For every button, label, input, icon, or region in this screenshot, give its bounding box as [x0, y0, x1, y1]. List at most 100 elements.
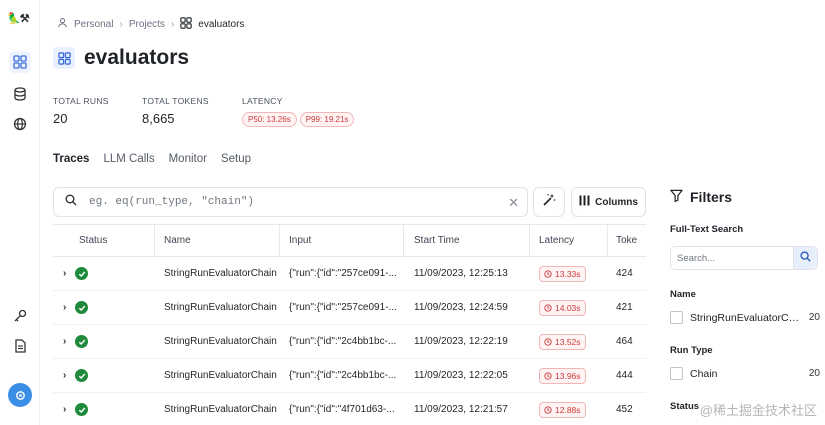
tab-monitor[interactable]: Monitor [169, 153, 207, 165]
name-filter-option[interactable]: StringRunEvaluatorChain 20 [670, 311, 820, 324]
start-time-cell: 11/09/2023, 12:22:19 [414, 336, 508, 347]
status-cell: › [53, 393, 155, 425]
stat-label: LATENCY [242, 96, 283, 106]
status-cell: › [53, 257, 155, 290]
input-cell: {"run":{"id":"257ce091-... [289, 302, 397, 313]
close-icon[interactable]: ✕ [508, 195, 519, 211]
chevron-right-icon[interactable]: › [63, 302, 66, 313]
key-icon[interactable] [9, 305, 31, 327]
table-body: › StringRunEvaluatorChain {"run":{"id":"25… [53, 257, 646, 425]
document-icon[interactable] [9, 335, 31, 357]
table-row[interactable]: › StringRunEvaluatorChain {"run":{"id":"2c… [53, 359, 646, 393]
chevron-right-icon: › [170, 18, 175, 30]
chevron-right-icon[interactable]: › [63, 404, 66, 415]
fulltext-search-input[interactable] [671, 247, 789, 269]
database-icon[interactable] [9, 83, 31, 105]
globe-icon[interactable] [9, 113, 31, 135]
status-cell: › [53, 359, 155, 392]
tokens-cell: 421 [616, 302, 633, 313]
projects-icon[interactable] [9, 51, 31, 73]
app-logo[interactable]: 🦜⚒ [7, 12, 30, 25]
search-icon [800, 249, 811, 267]
p99-badge: P99: 19.21s [299, 112, 355, 127]
start-time-cell: 11/09/2023, 12:22:05 [414, 370, 508, 381]
latency-badge: 13.52s [539, 333, 586, 350]
table-row[interactable]: › StringRunEvaluatorChain {"run":{"id":"25… [53, 257, 646, 291]
name-cell: StringRunEvaluatorChain [164, 370, 277, 381]
success-check-icon [75, 369, 89, 382]
columns-button[interactable]: Columns [571, 187, 646, 217]
breadcrumb-personal[interactable]: Personal [74, 19, 113, 30]
tokens-cell: 452 [616, 404, 633, 415]
input-cell: {"run":{"id":"2c4bb1bc-... [289, 336, 397, 347]
success-check-icon [75, 335, 89, 348]
column-header-latency[interactable]: Latency [530, 225, 608, 256]
traces-table: Status Name Input Start Time Latency Tok… [53, 224, 646, 425]
name-cell: StringRunEvaluatorChain [164, 336, 277, 347]
table-row[interactable]: › StringRunEvaluatorChain {"run":{"id":"25… [53, 291, 646, 325]
latency-value: 14.03s [555, 302, 581, 313]
tokens-cell: 444 [616, 370, 633, 381]
filter-input[interactable] [89, 196, 499, 208]
table-header: Status Name Input Start Time Latency Tok… [53, 225, 646, 257]
filters-title: Filters [690, 189, 733, 205]
table-row[interactable]: › StringRunEvaluatorChain {"run":{"id":"4f… [53, 393, 646, 425]
person-icon [57, 17, 68, 31]
magic-wand-icon [542, 193, 556, 212]
option-count: 20 [808, 368, 820, 379]
success-check-icon [75, 403, 89, 416]
status-cell: › [53, 291, 155, 324]
input-cell: {"run":{"id":"4f701d63-... [289, 404, 395, 415]
clock-icon [544, 303, 552, 312]
table-row[interactable]: › StringRunEvaluatorChain {"run":{"id":"2c… [53, 325, 646, 359]
latency-value: 12.88s [555, 404, 581, 415]
column-header-status[interactable]: Status [53, 225, 155, 256]
breadcrumb-projects[interactable]: Projects [129, 19, 165, 30]
name-cell: StringRunEvaluatorChain [164, 302, 277, 313]
clock-icon [544, 371, 552, 380]
success-check-icon [75, 267, 89, 280]
latency-value: 13.96s [555, 370, 581, 381]
magic-wand-button[interactable] [533, 187, 565, 217]
stat-total-tokens: TOTAL TOKENS 8,665 [142, 96, 209, 126]
stat-latency: LATENCY P50: 13.26s P99: 19.21s [242, 96, 357, 127]
search-icon [65, 193, 77, 211]
name-cell: StringRunEvaluatorChain [164, 404, 277, 415]
column-header-tokens[interactable]: Toke [608, 225, 646, 256]
start-time-cell: 11/09/2023, 12:25:13 [414, 268, 508, 279]
fulltext-search-box [670, 246, 818, 270]
clock-icon [544, 405, 552, 414]
latency-value: 13.52s [555, 336, 581, 347]
column-header-start-time[interactable]: Start Time [404, 225, 530, 256]
tokens-cell: 464 [616, 336, 633, 347]
option-label: StringRunEvaluatorChain [690, 311, 803, 324]
tab-traces[interactable]: Traces [53, 153, 89, 165]
breadcrumb: Personal › Projects › evaluators [57, 16, 244, 32]
status-filter-label: Status [670, 401, 700, 412]
run-type-filter-option[interactable]: Chain 20 [670, 367, 820, 380]
tab-llm-calls[interactable]: LLM Calls [103, 153, 154, 165]
status-cell: › [53, 325, 155, 358]
page-header: evaluators [53, 46, 189, 70]
tab-setup[interactable]: Setup [221, 153, 251, 165]
latency-cell: 13.96s [530, 359, 608, 392]
stat-value: 20 [53, 111, 68, 126]
success-check-icon [75, 301, 89, 314]
watermark: @稀土掘金技术社区 [699, 403, 817, 418]
checkbox[interactable] [670, 367, 683, 380]
stat-label: TOTAL TOKENS [142, 96, 209, 106]
chevron-right-icon[interactable]: › [63, 370, 66, 381]
stat-value: 8,665 [142, 111, 175, 126]
column-header-input[interactable]: Input [280, 225, 404, 256]
filter-search-bar: ✕ [53, 187, 528, 217]
chevron-right-icon[interactable]: › [63, 336, 66, 347]
search-button[interactable] [793, 247, 817, 269]
checkbox[interactable] [670, 311, 683, 324]
latency-badge: 12.88s [539, 401, 586, 418]
latency-value: 13.33s [555, 268, 581, 279]
start-time-cell: 11/09/2023, 12:24:59 [414, 302, 508, 313]
option-label: Chain [690, 367, 718, 380]
avatar[interactable] [8, 383, 32, 407]
column-header-name[interactable]: Name [155, 225, 280, 256]
chevron-right-icon[interactable]: › [63, 268, 66, 279]
